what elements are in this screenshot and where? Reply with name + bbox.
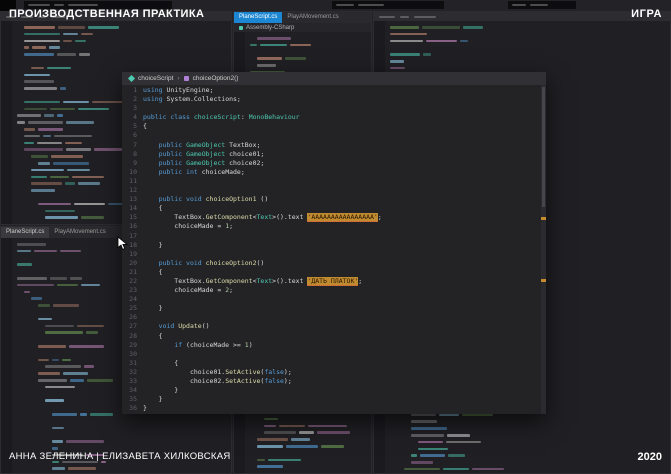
code-line: 26 bbox=[122, 313, 541, 322]
code-line: 14 { bbox=[122, 204, 541, 213]
code-line: 10 public int choiceMade; bbox=[122, 168, 541, 177]
slide-year: 2020 bbox=[638, 451, 662, 463]
code-line: 34 } bbox=[122, 386, 541, 395]
code-line: 11 bbox=[122, 177, 541, 186]
assembly-icon bbox=[239, 26, 243, 30]
menu-bar bbox=[374, 12, 670, 21]
code-line: 1using UnityEngine; bbox=[122, 86, 541, 95]
scrollbar-thumb[interactable] bbox=[542, 87, 545, 207]
method-icon bbox=[184, 76, 189, 81]
code-line: 9 public GameObject choice02; bbox=[122, 159, 541, 168]
slide-subtitle-game: ИГРА bbox=[631, 8, 662, 20]
code-line: 2using System.Collections; bbox=[122, 95, 541, 104]
code-lines[interactable]: 1using UnityEngine;2using System.Collect… bbox=[122, 85, 541, 414]
code-line: 4public class choiceScript: MonoBehaviou… bbox=[122, 113, 541, 122]
scrollbar-highlight-mark bbox=[541, 217, 546, 220]
code-line: 17 bbox=[122, 232, 541, 241]
assembly-label: Assembly-CSharp bbox=[246, 25, 294, 31]
code-line: 28 { bbox=[122, 332, 541, 341]
code-line: 35 } bbox=[122, 395, 541, 404]
code-line: 19 bbox=[122, 250, 541, 259]
code-line: 20 public void choiceOption2() bbox=[122, 259, 541, 268]
editor-tab[interactable]: PlaneScript.cs bbox=[234, 12, 282, 23]
scrollbar-highlight-mark bbox=[541, 279, 546, 282]
code-line: 8 public GameObject choice01; bbox=[122, 150, 541, 159]
code-line: 29 if (choiceMade >= 1) bbox=[122, 341, 541, 350]
window-titlebar bbox=[332, 1, 444, 9]
editor-tab[interactable]: PlayAMovement.cs bbox=[49, 227, 110, 238]
breadcrumb-separator: › bbox=[177, 75, 179, 82]
editor-tab[interactable]: PlayAMovement.cs bbox=[282, 12, 343, 23]
code-line: 30 bbox=[122, 350, 541, 359]
assembly-selector[interactable]: Assembly-CSharp bbox=[234, 23, 371, 32]
code-line: 22 TextBox.GetComponent<Text>().text 'ДА… bbox=[122, 277, 541, 286]
editor-scrollbar[interactable] bbox=[541, 85, 546, 414]
code-line: 3 bbox=[122, 104, 541, 113]
code-line: 5{ bbox=[122, 122, 541, 131]
code-line: 12 bbox=[122, 186, 541, 195]
slide-authors: АННА ЗЕЛЕНИНА | ЕЛИЗАВЕТА ХИЛКОВСКАЯ bbox=[9, 451, 231, 462]
code-line: 27 void Update() bbox=[122, 322, 541, 331]
code-editor: choiceScript › choiceOption2() 1using Un… bbox=[122, 72, 546, 414]
code-line: 25 } bbox=[122, 304, 541, 313]
code-line: 36} bbox=[122, 404, 541, 413]
code-line: 33 choice02.SetActive(false); bbox=[122, 377, 541, 386]
code-line: 18 } bbox=[122, 241, 541, 250]
slide-title: ПРОИЗВОДСТВЕННАЯ ПРАКТИКА bbox=[9, 8, 204, 20]
code-line: 16 choiceMade = 1; bbox=[122, 222, 541, 231]
code-line: 31 { bbox=[122, 359, 541, 368]
editor-tab[interactable]: PlaneScript.cs bbox=[1, 227, 49, 238]
breadcrumb: choiceScript › choiceOption2() bbox=[122, 72, 546, 85]
code-line: 21 { bbox=[122, 268, 541, 277]
tab-bar: PlaneScript.cs PlayAMovement.cs bbox=[234, 12, 371, 23]
slide: PlaneScript.cs PlayAMovement.cs PlaneScr… bbox=[0, 0, 671, 474]
code-line: 24 bbox=[122, 295, 541, 304]
breadcrumb-class[interactable]: choiceScript bbox=[138, 75, 173, 82]
code-line: 6 bbox=[122, 131, 541, 140]
code-line: 13 public void choiceOption1 () bbox=[122, 195, 541, 204]
code-line: 7 public GameObject TextBox; bbox=[122, 141, 541, 150]
breadcrumb-member[interactable]: choiceOption2() bbox=[193, 75, 239, 82]
code-line: 32 choice01.SetActive(false); bbox=[122, 368, 541, 377]
mouse-cursor bbox=[117, 236, 129, 251]
code-line: 15 TextBox.GetComponent<Text>().text 'AA… bbox=[122, 213, 541, 222]
window-titlebar bbox=[508, 1, 576, 9]
code-line: 23 choiceMade = 2; bbox=[122, 286, 541, 295]
class-icon bbox=[128, 75, 135, 82]
